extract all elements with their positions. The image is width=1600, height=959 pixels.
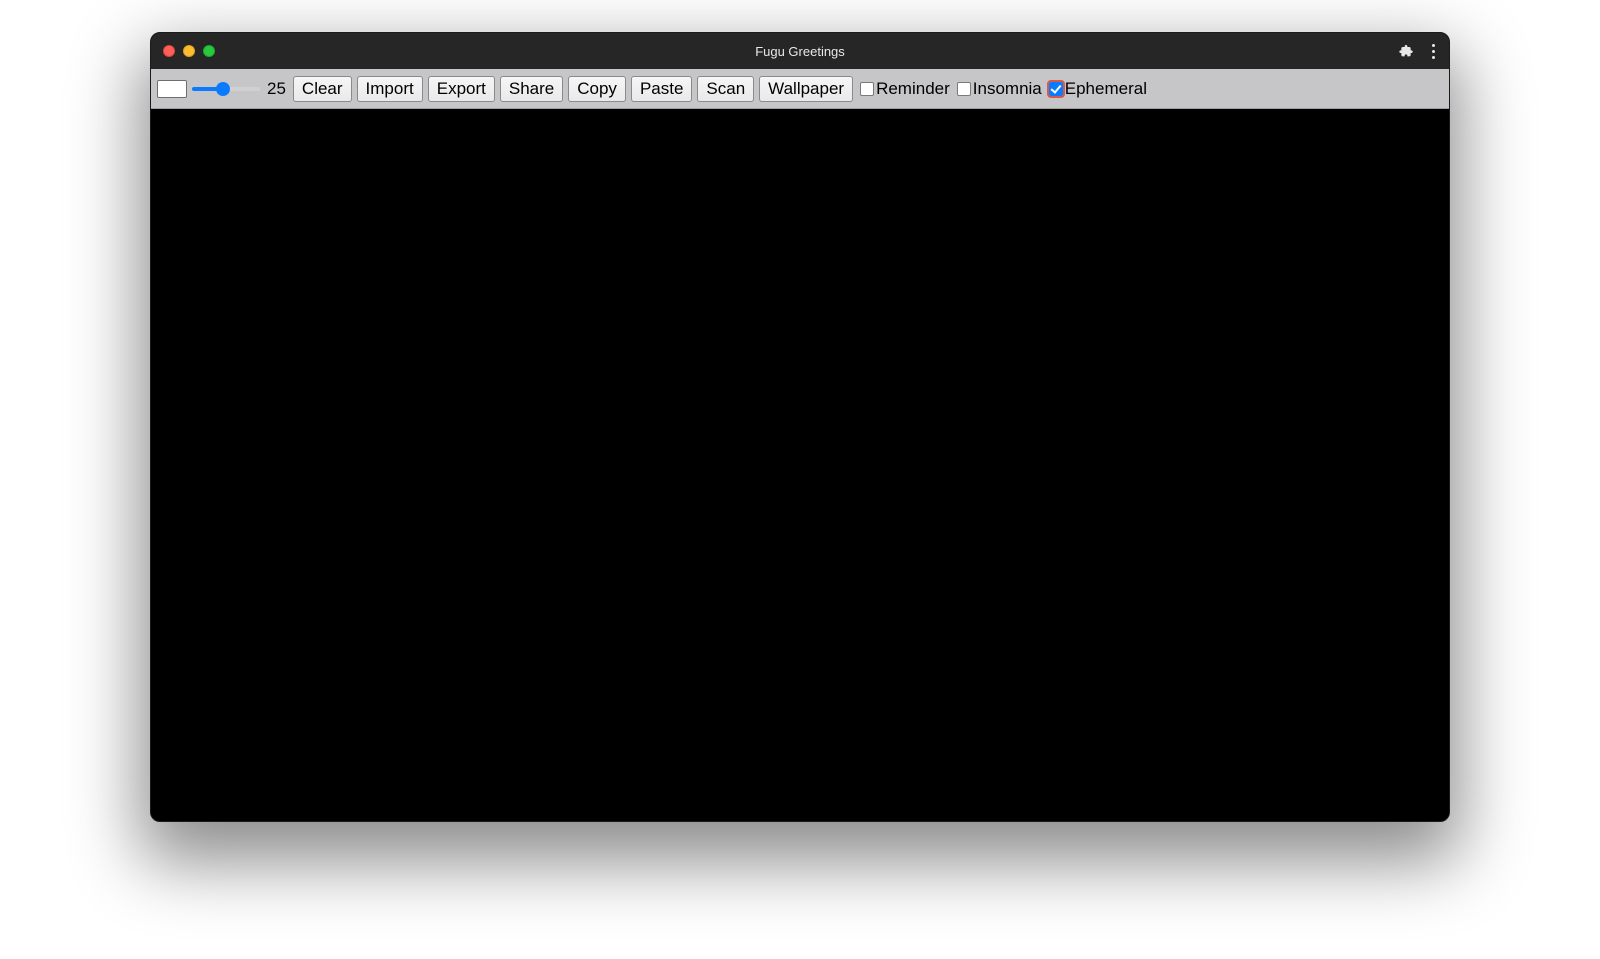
checkbox-label: Ephemeral [1065,79,1147,99]
paste-button[interactable]: Paste [631,76,692,102]
clear-button[interactable]: Clear [293,76,352,102]
more-menu-icon[interactable] [1430,42,1437,61]
toolbar: 25 Clear Import Export Share Copy Paste … [151,69,1449,109]
checkbox-label: Reminder [876,79,950,99]
window-zoom-button[interactable] [203,45,215,57]
copy-button[interactable]: Copy [568,76,626,102]
drawing-canvas[interactable] [151,109,1449,821]
window-minimize-button[interactable] [183,45,195,57]
window-title: Fugu Greetings [151,44,1449,59]
extensions-icon[interactable] [1398,43,1414,59]
window-close-button[interactable] [163,45,175,57]
app-window: Fugu Greetings 25 Clear Impor [150,32,1450,822]
reminder-checkbox[interactable]: Reminder [860,79,950,99]
import-button[interactable]: Import [357,76,423,102]
insomnia-checkbox[interactable]: Insomnia [957,79,1042,99]
checkbox-box[interactable] [957,82,971,96]
ephemeral-checkbox[interactable]: Ephemeral [1049,79,1147,99]
checkbox-box[interactable] [860,82,874,96]
color-picker[interactable] [157,80,187,98]
export-button[interactable]: Export [428,76,495,102]
wallpaper-button[interactable]: Wallpaper [759,76,853,102]
window-controls [163,45,215,57]
window-titlebar: Fugu Greetings [151,33,1449,69]
size-slider[interactable] [192,81,260,97]
checkbox-box[interactable] [1049,82,1063,96]
scan-button[interactable]: Scan [697,76,754,102]
share-button[interactable]: Share [500,76,563,102]
size-value: 25 [267,79,286,99]
checkbox-label: Insomnia [973,79,1042,99]
